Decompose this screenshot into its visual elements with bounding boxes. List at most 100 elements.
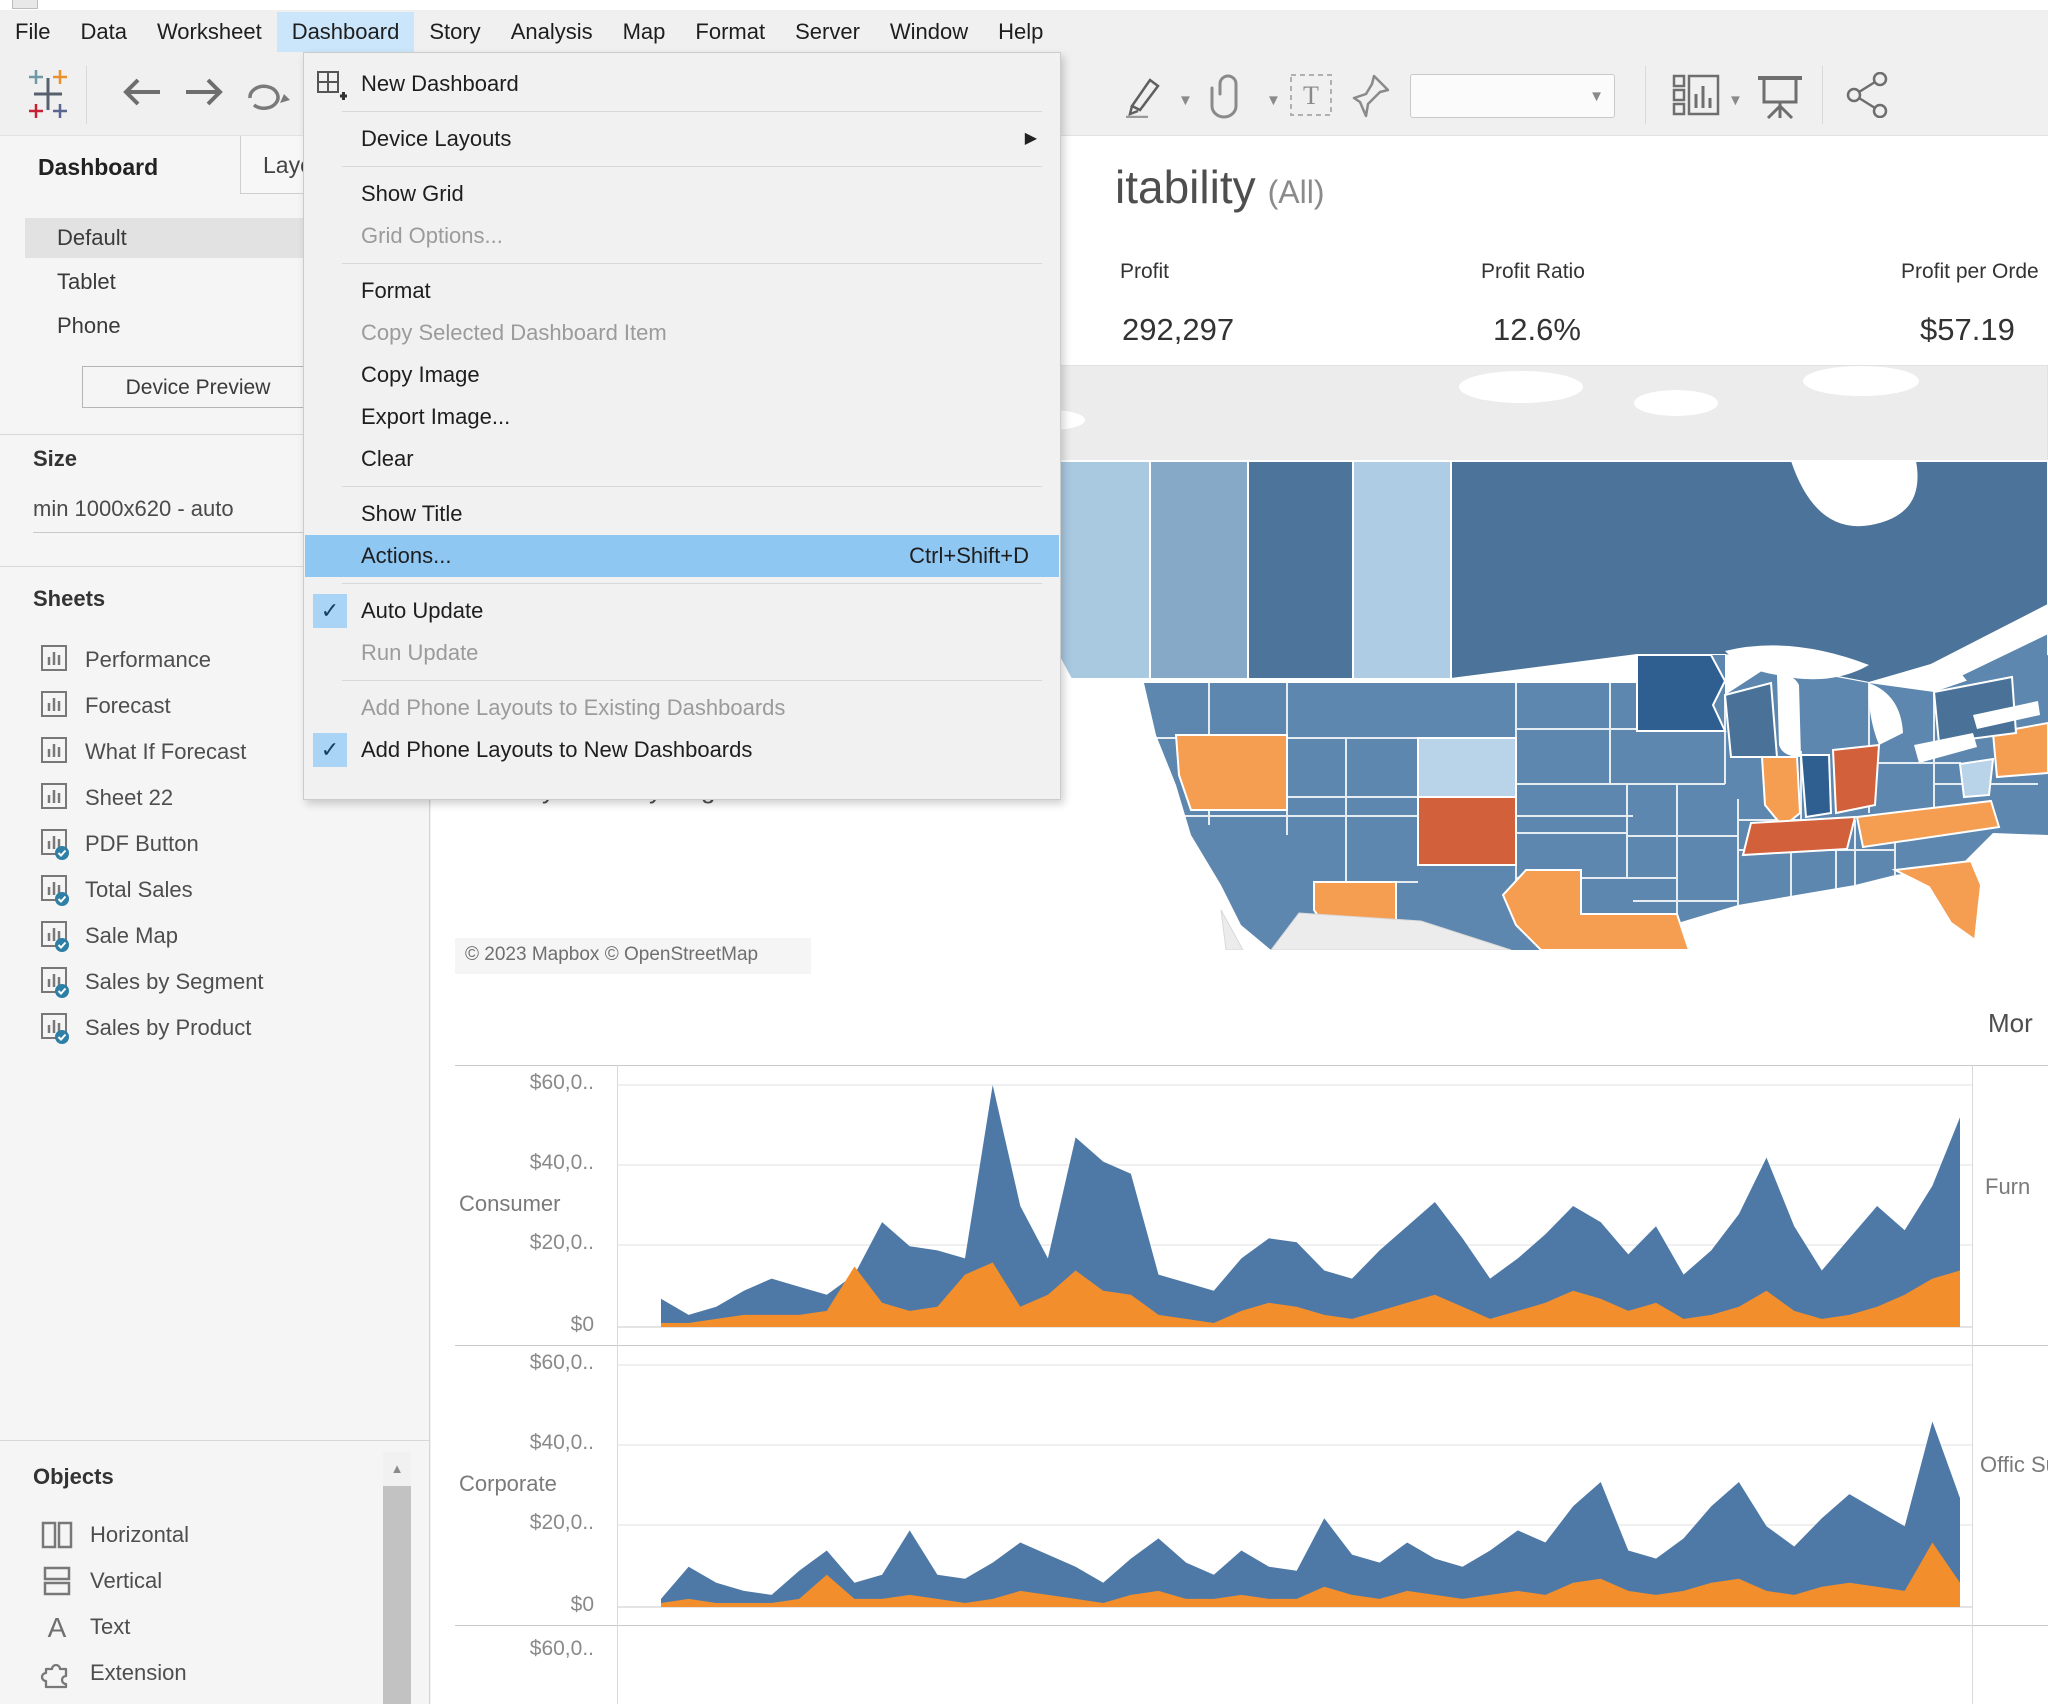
checkmark-icon: ✓ xyxy=(313,594,347,628)
objects-scrollbar[interactable]: ▲ xyxy=(383,1452,411,1704)
menubar-item-map[interactable]: Map xyxy=(608,12,681,52)
menu-item-export-image[interactable]: Export Image... xyxy=(305,396,1059,438)
sheet-item-sales-by-product[interactable]: Sales by Product xyxy=(40,1005,251,1051)
sheet-item-sales-by-segment[interactable]: Sales by Segment xyxy=(40,959,264,1005)
kpi-label-profit-per-order: Profit per Orde xyxy=(1901,260,2039,283)
ytick: $40,0.. xyxy=(529,1431,594,1454)
area-chart-consumer[interactable] xyxy=(618,1065,1972,1345)
menubar-item-server[interactable]: Server xyxy=(780,12,875,52)
menubar-item-worksheet[interactable]: Worksheet xyxy=(142,12,277,52)
toolbar-combobox-caret[interactable]: ▼ xyxy=(1589,88,1604,105)
ytick: $40,0.. xyxy=(529,1151,594,1174)
vertical-icon xyxy=(43,1566,71,1596)
object-item-vertical[interactable]: Vertical xyxy=(40,1558,162,1604)
menu-shortcut: Ctrl+Shift+D xyxy=(909,543,1029,568)
ytick: $60,0.. xyxy=(529,1637,594,1660)
menubar-item-analysis[interactable]: Analysis xyxy=(496,12,608,52)
area-chart-corporate[interactable] xyxy=(618,1345,1972,1625)
map-state-oh[interactable] xyxy=(1831,743,1881,815)
pin-button[interactable] xyxy=(1352,72,1392,120)
map-state-wy[interactable] xyxy=(1417,737,1517,798)
sheet-item-performance[interactable]: Performance xyxy=(40,637,211,683)
map-state-co[interactable] xyxy=(1417,796,1517,866)
worksheet-icon xyxy=(41,967,69,998)
object-item-partial[interactable] xyxy=(40,1692,74,1704)
sheet-item-forecast[interactable]: Forecast xyxy=(40,683,171,729)
menu-separator xyxy=(342,166,1042,167)
product-row-label-office-supplies: Offic Supp xyxy=(1980,1452,2048,1477)
back-button[interactable] xyxy=(120,72,166,112)
map-state-mb[interactable] xyxy=(1352,460,1452,680)
map-attribution: © 2023 Mapbox © OpenStreetMap xyxy=(455,938,811,974)
new-dashboard-icon xyxy=(317,71,347,100)
sheet-item-sheet-22[interactable]: Sheet 22 xyxy=(40,775,173,821)
redo-button[interactable] xyxy=(240,72,292,112)
map-state-wi[interactable] xyxy=(1723,681,1779,758)
menu-separator xyxy=(342,680,1042,681)
worksheet-icon xyxy=(41,737,67,763)
sheet-item-what-if-forecast[interactable]: What If Forecast xyxy=(40,729,246,775)
attach-button[interactable] xyxy=(1208,72,1248,120)
menubar-item-help[interactable]: Help xyxy=(983,12,1058,52)
highlighter-dropdown-caret[interactable]: ▼ xyxy=(1178,92,1193,109)
sheet-item-sale-map[interactable]: Sale Map xyxy=(40,913,178,959)
menu-item-actions[interactable]: Actions... Ctrl+Shift+D xyxy=(305,535,1059,577)
presentation-mode-button[interactable] xyxy=(1756,72,1804,120)
menu-item-device-layouts[interactable]: Device Layouts ▶ xyxy=(305,118,1059,160)
forward-button[interactable] xyxy=(180,72,226,112)
map-state-tn[interactable] xyxy=(1741,815,1857,857)
device-row-phone[interactable]: Phone xyxy=(25,306,313,346)
menu-item-copy-selected-dashboard-item: Copy Selected Dashboard Item xyxy=(361,320,667,345)
object-item-text[interactable]: A Text xyxy=(40,1604,131,1650)
map-state-or[interactable] xyxy=(1174,734,1288,811)
menubar-item-file[interactable]: File xyxy=(0,12,65,52)
kpi-label-profit-ratio: Profit Ratio xyxy=(1481,260,1585,283)
menu-separator xyxy=(342,263,1042,264)
map-state-ab[interactable] xyxy=(1149,460,1249,680)
map-state-mn[interactable] xyxy=(1636,654,1727,732)
scrollbar-thumb[interactable] xyxy=(383,1486,411,1704)
map-state-fl[interactable] xyxy=(1891,859,1983,942)
menubar-item-format[interactable]: Format xyxy=(680,12,780,52)
share-button[interactable] xyxy=(1846,72,1890,118)
ytick: $0 xyxy=(570,1313,594,1336)
worksheet-icon xyxy=(41,875,69,906)
object-item-extension[interactable]: Extension xyxy=(40,1650,187,1696)
chart-border xyxy=(455,1625,2048,1626)
device-row-tablet[interactable]: Tablet xyxy=(25,262,313,302)
device-preview-button[interactable]: Device Preview xyxy=(82,366,314,408)
map-state-in[interactable] xyxy=(1799,754,1833,819)
map-state-wv[interactable] xyxy=(1958,757,1995,799)
sheet-item-total-sales[interactable]: Total Sales xyxy=(40,867,193,913)
menu-separator xyxy=(342,111,1042,112)
device-row-default[interactable]: Default xyxy=(25,218,313,258)
window-title-strip xyxy=(0,0,2048,10)
menu-item-show-title[interactable]: Show Title xyxy=(305,493,1059,535)
menu-item-auto-update[interactable]: ✓ Auto Update xyxy=(305,590,1059,632)
menu-item-format[interactable]: Format xyxy=(305,270,1059,312)
scrollbar-up-arrow[interactable]: ▲ xyxy=(383,1452,411,1484)
toolbar-combobox[interactable]: ▼ xyxy=(1410,74,1615,118)
size-value-dropdown[interactable]: min 1000x620 - auto xyxy=(33,496,313,533)
menu-item-copy-image[interactable]: Copy Image xyxy=(305,354,1059,396)
menubar-item-dashboard[interactable]: Dashboard xyxy=(276,12,415,52)
menu-item-new-dashboard[interactable]: New Dashboard xyxy=(305,63,1059,105)
menu-item-clear[interactable]: Clear xyxy=(305,438,1059,480)
menubar-item-data[interactable]: Data xyxy=(65,12,141,52)
dashboard-title-qualifier: (All) xyxy=(1267,174,1325,210)
menu-item-show-grid[interactable]: Show Grid xyxy=(305,173,1059,215)
menubar-item-window[interactable]: Window xyxy=(875,12,983,52)
text-box-button[interactable]: T xyxy=(1288,72,1334,118)
highlighter-button[interactable] xyxy=(1122,72,1164,118)
tab-dashboard[interactable]: Dashboard xyxy=(38,154,158,181)
show-me-dropdown-caret[interactable]: ▼ xyxy=(1728,92,1743,109)
map-state-sk[interactable] xyxy=(1247,460,1354,680)
worksheet-icon xyxy=(41,921,69,952)
kpi-value-profit-ratio: 12.6% xyxy=(1493,312,1581,347)
show-me-button[interactable] xyxy=(1672,72,1720,118)
object-item-horizontal[interactable]: Horizontal xyxy=(40,1512,189,1558)
menubar-item-story[interactable]: Story xyxy=(414,12,495,52)
menu-item-add-phone-layouts-to-new-dashboards[interactable]: ✓ Add Phone Layouts to New Dashboards xyxy=(305,729,1059,771)
attach-dropdown-caret[interactable]: ▼ xyxy=(1266,92,1281,109)
sheet-item-pdf-button[interactable]: PDF Button xyxy=(40,821,199,867)
